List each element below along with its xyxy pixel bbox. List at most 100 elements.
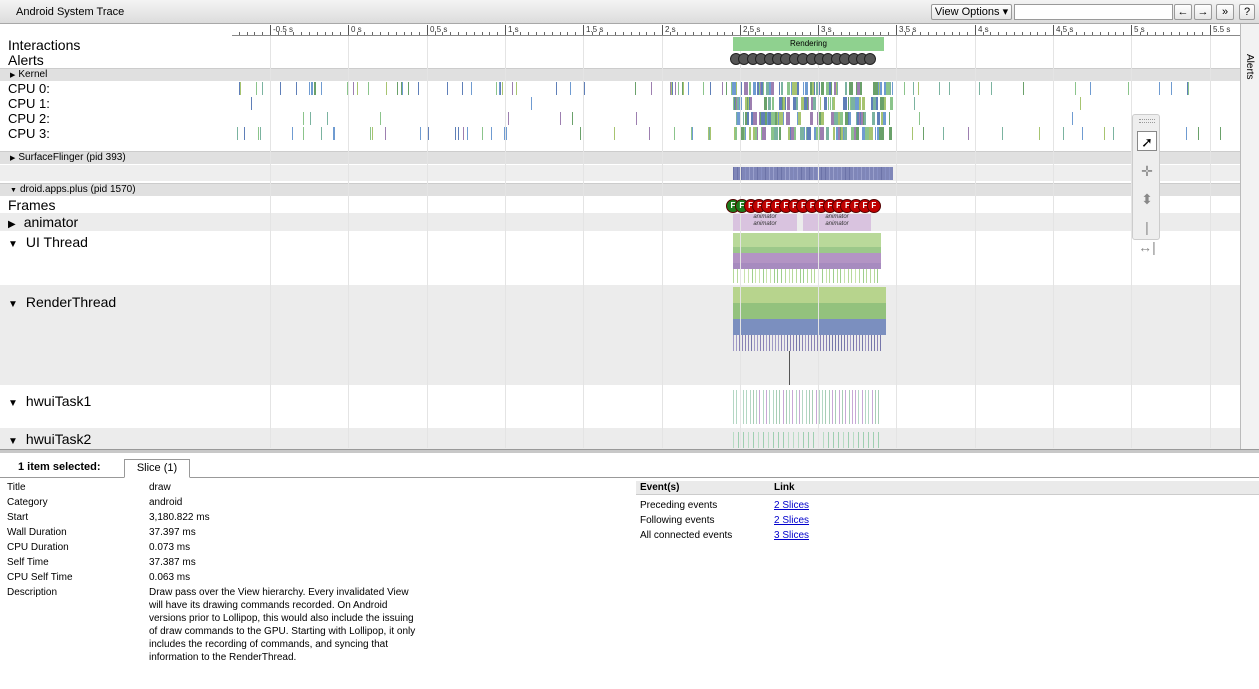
surfaceflinger-slice[interactable] — [749, 167, 750, 180]
surfaceflinger-slice[interactable] — [845, 167, 846, 180]
cpu-slice[interactable] — [385, 127, 386, 140]
surfaceflinger-slice[interactable] — [741, 167, 742, 180]
trace-area[interactable]: -0.5 s 0 s 0.5 s 1 s 1.5 s 2 s 2.5 s 3 s 3.5 s 4 … — [0, 0, 1259, 449]
cpu-slice[interactable] — [771, 112, 773, 125]
hwui-task-slice[interactable] — [756, 390, 758, 424]
surfaceflinger-slice[interactable] — [801, 167, 802, 180]
cpu-slice[interactable] — [793, 97, 794, 110]
cpu-slice[interactable] — [785, 97, 786, 110]
cpu-slice[interactable] — [649, 127, 650, 140]
render-thread-slice[interactable] — [799, 335, 800, 351]
alerts-row[interactable] — [730, 53, 883, 65]
hwui-task-slice[interactable] — [792, 390, 794, 424]
hwui-task-slice[interactable] — [778, 432, 779, 448]
cpu-slice[interactable] — [886, 82, 890, 95]
cpu-slice[interactable] — [750, 97, 752, 110]
hwui-task-slice[interactable] — [788, 432, 789, 448]
cpu-slice[interactable] — [767, 112, 768, 125]
cpu-slice[interactable] — [368, 82, 369, 95]
hwui-task-slice[interactable] — [813, 432, 814, 448]
ui-thread-slice[interactable] — [858, 269, 860, 283]
cpu-slice[interactable] — [747, 97, 748, 110]
event-link[interactable]: 2 Slices — [774, 514, 809, 527]
hwui-task-slice[interactable] — [848, 390, 850, 424]
cpu-slice[interactable] — [636, 112, 637, 125]
ui-thread-slice[interactable] — [855, 269, 857, 283]
render-thread-slice[interactable] — [805, 335, 806, 351]
cpu-slice[interactable] — [240, 82, 241, 95]
cpu-slice[interactable] — [864, 112, 866, 125]
cpu-slice[interactable] — [386, 82, 387, 95]
event-link[interactable]: 2 Slices — [774, 499, 809, 512]
cpu-slice[interactable] — [735, 127, 737, 140]
ui-thread-slice[interactable] — [844, 269, 845, 283]
surfaceflinger-slice[interactable] — [885, 167, 886, 180]
surfaceflinger-slice[interactable] — [837, 167, 838, 180]
ui-thread-slice[interactable] — [733, 233, 881, 247]
cpu-slice[interactable] — [402, 82, 403, 95]
cpu-slice[interactable] — [1072, 112, 1073, 125]
hwui-task-slice[interactable] — [799, 390, 800, 424]
cpu-slice[interactable] — [1171, 82, 1172, 95]
surfaceflinger-slice[interactable] — [857, 167, 858, 180]
ui-thread-slice[interactable] — [832, 269, 834, 283]
cpu-slice[interactable] — [745, 127, 746, 140]
render-thread-slice[interactable] — [853, 335, 854, 351]
ui-thread-slice[interactable] — [866, 269, 868, 283]
cpu-slice[interactable] — [828, 97, 829, 110]
surfaceflinger-slice[interactable] — [745, 167, 746, 180]
cpu-slice[interactable] — [744, 127, 745, 140]
hwui-task-slice[interactable] — [785, 390, 787, 424]
ui-thread-slice[interactable] — [784, 269, 786, 283]
animator-track[interactable]: ▶ animator — [0, 213, 1240, 231]
cpu-slice[interactable] — [749, 127, 751, 140]
cpu-slice[interactable] — [833, 127, 835, 140]
hwui-task-slice[interactable] — [743, 432, 744, 448]
surfaceflinger-slice[interactable] — [865, 167, 866, 180]
render-thread-slice[interactable] — [793, 335, 794, 351]
ui-thread-slice[interactable] — [792, 269, 794, 283]
render-thread-slice[interactable] — [790, 335, 791, 351]
cpu-slice[interactable] — [749, 82, 751, 95]
cpu-slice[interactable] — [740, 82, 742, 95]
cpu-slice[interactable] — [872, 112, 875, 125]
cpu-slice[interactable] — [380, 112, 381, 125]
cpu-slice[interactable] — [918, 82, 919, 95]
cpu-slice[interactable] — [401, 82, 402, 95]
cpu-slice[interactable] — [883, 112, 886, 125]
cpu-slice[interactable] — [849, 112, 851, 125]
kernel-header[interactable]: ▶ Kernel — [0, 68, 1240, 81]
render-thread-slice[interactable] — [856, 335, 857, 351]
render-thread-slice[interactable] — [766, 335, 767, 351]
cpu-slice[interactable] — [692, 127, 693, 140]
cpu-slice[interactable] — [1080, 97, 1081, 110]
render-thread-slice[interactable] — [820, 335, 821, 351]
cpu-slice[interactable] — [968, 127, 969, 140]
hwui-task-slice[interactable] — [742, 390, 744, 424]
cpu-slice[interactable] — [813, 97, 816, 110]
ui-thread-slice[interactable] — [733, 269, 734, 283]
ui-thread-slice[interactable] — [770, 269, 771, 283]
time-ruler[interactable]: -0.5 s 0 s 0.5 s 1 s 1.5 s 2 s 2.5 s 3 s 3.5 s 4 … — [232, 24, 1240, 36]
ui-thread-slice[interactable] — [847, 269, 849, 283]
surfaceflinger-slice[interactable] — [757, 167, 758, 180]
cpu-slice[interactable] — [372, 127, 373, 140]
cpu-slice[interactable] — [779, 97, 782, 110]
cpu-slice[interactable] — [309, 82, 310, 95]
surfaceflinger-slice[interactable] — [853, 167, 854, 180]
hwui-task-slice[interactable] — [828, 432, 829, 448]
cpu-slice[interactable] — [651, 82, 652, 95]
ui-thread-slice[interactable] — [773, 269, 775, 283]
cpu-slice[interactable] — [1159, 82, 1160, 95]
cpu-slice[interactable] — [856, 127, 859, 140]
cpu-slice[interactable] — [810, 82, 812, 95]
surfaceflinger-slice[interactable] — [765, 167, 766, 180]
cpu-slice[interactable] — [816, 127, 820, 140]
cpu-slice[interactable] — [584, 82, 585, 95]
hwui-task-slice[interactable] — [763, 432, 764, 448]
cpu-slice[interactable] — [912, 127, 913, 140]
ui-thread-slice[interactable] — [736, 269, 738, 283]
cpu-slice[interactable] — [880, 97, 884, 110]
render-thread-slice[interactable] — [733, 303, 886, 319]
cpu-slice[interactable] — [740, 127, 744, 140]
